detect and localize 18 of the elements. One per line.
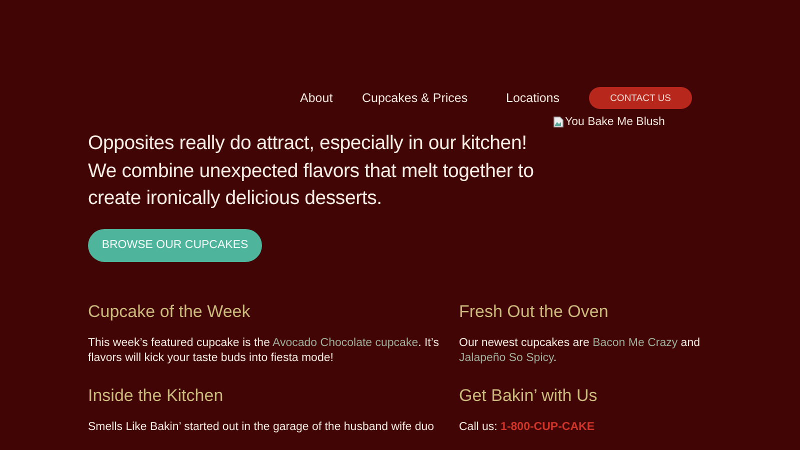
section-title: Inside the Kitchen <box>88 386 224 406</box>
paragraph: Smells Like Bakin’ started out in the garage of the husband wife duo <box>88 420 436 434</box>
nav-link[interactable]: Cupcakes & Prices <box>362 91 506 105</box>
cupcake-link[interactable]: Bacon Me Crazy <box>592 336 678 348</box>
paragraph: This week’s featured cupcake is the Avocado Chocolate cupcake. It’s flavors will kick your taste buds into fiesta mode! <box>88 336 440 366</box>
logo-alt-text: You Bake Me Blush <box>565 116 665 128</box>
cupcake-link[interactable]: Jalapeño So Spicy <box>459 352 554 364</box>
nav-link[interactable]: About <box>300 91 362 105</box>
nav-link[interactable]: Locations <box>506 91 589 105</box>
section-title: Fresh Out the Oven <box>459 302 610 322</box>
section-title: Get Bakin’ with Us <box>459 386 598 406</box>
cupcake-link[interactable]: Avocado Chocolate cupcake <box>272 336 418 348</box>
contact-button[interactable]: CONTACT US <box>589 87 692 109</box>
hero-text: Opposites really do attract, especially in our kitchen! We combine unexpected flavors that melt together to create ironically delicious desserts. <box>88 131 535 211</box>
broken-image-icon <box>553 116 564 128</box>
paragraph: Call us: 1-800-CUP-CAKE <box>459 420 596 434</box>
section-title: Cupcake of the Week <box>88 302 252 322</box>
paragraph: Our newest cupcakes are Bacon Me Crazy and Jalapeño So Spicy. <box>459 336 701 366</box>
